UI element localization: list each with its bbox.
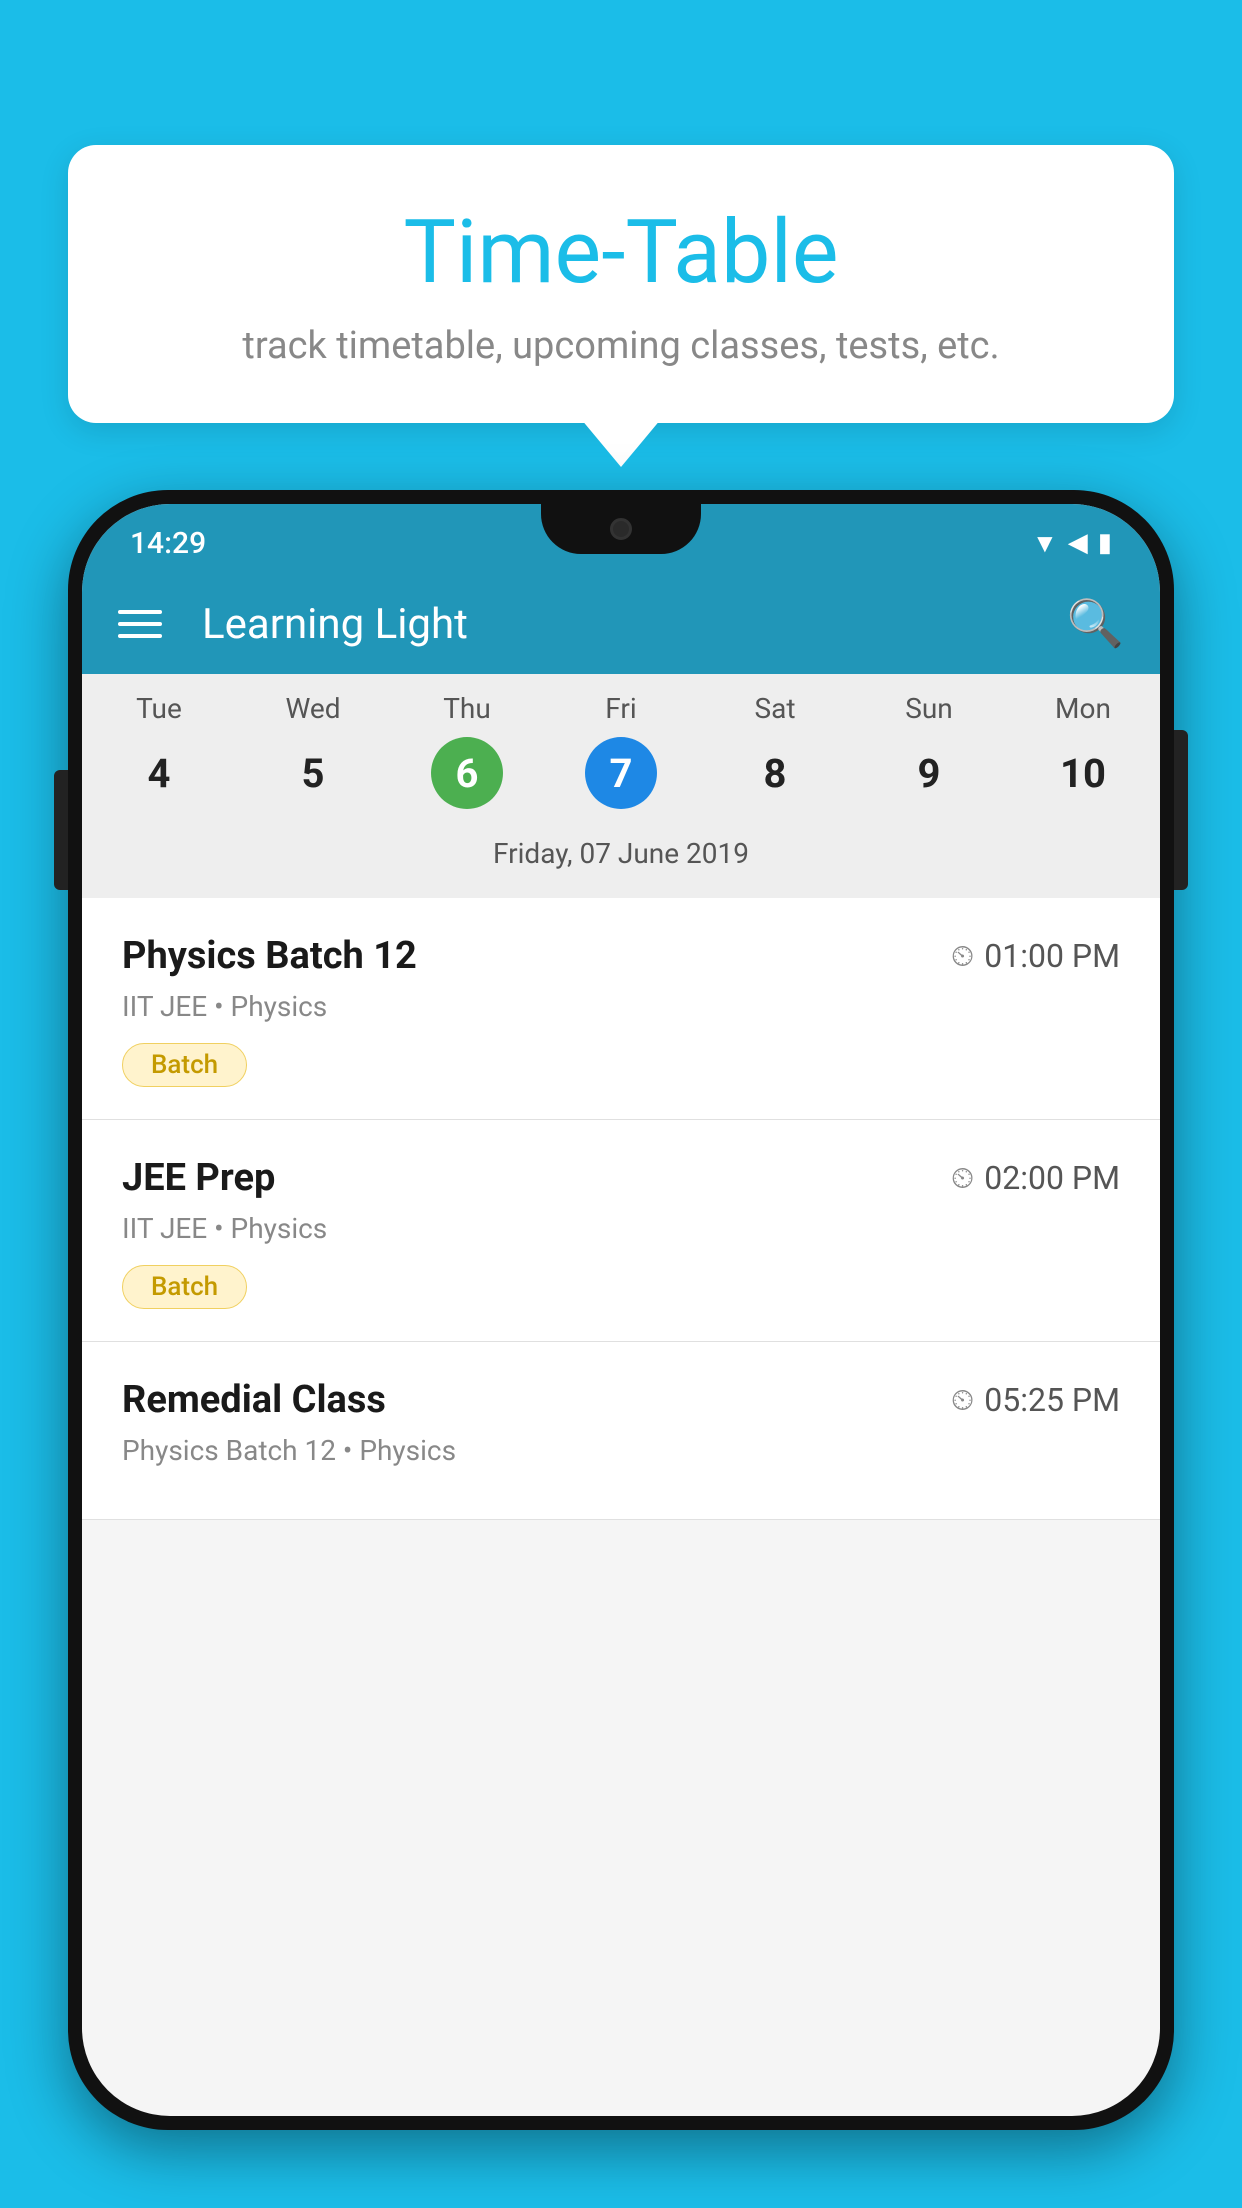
notch: [541, 504, 701, 554]
signal-icon: ◀: [1068, 528, 1088, 558]
tooltip-card: Time-Table track timetable, upcoming cla…: [68, 145, 1174, 423]
clock-icon-3: ⏲: [951, 1383, 974, 1418]
schedule-item-header-3: Remedial Class ⏲ 05:25 PM: [122, 1378, 1120, 1422]
selected-date: Friday, 07 June 2019: [82, 827, 1160, 888]
weekday-wed: Wed: [236, 692, 390, 725]
wifi-icon: ▼: [1032, 528, 1058, 559]
schedule-time-3: ⏲ 05:25 PM: [951, 1381, 1120, 1419]
calendar-section: Tue Wed Thu Fri Sat Sun Mon 4 5 6 7 8 9 …: [82, 674, 1160, 898]
weekday-row: Tue Wed Thu Fri Sat Sun Mon: [82, 674, 1160, 733]
date-8[interactable]: 8: [698, 737, 852, 809]
clock-icon-1: ⏲: [951, 939, 974, 974]
weekday-sun: Sun: [852, 692, 1006, 725]
date-5[interactable]: 5: [236, 737, 390, 809]
schedule-time-value-1: 01:00 PM: [984, 937, 1120, 975]
weekday-mon: Mon: [1006, 692, 1160, 725]
date-4[interactable]: 4: [82, 737, 236, 809]
batch-badge-1: Batch: [122, 1043, 247, 1087]
date-row: 4 5 6 7 8 9 10: [82, 733, 1160, 827]
schedule-meta-1: IIT JEE • Physics: [122, 990, 1120, 1023]
schedule-title-2: JEE Prep: [122, 1156, 275, 1200]
clock-icon-2: ⏲: [951, 1161, 974, 1196]
weekday-tue: Tue: [82, 692, 236, 725]
schedule-time-1: ⏲ 01:00 PM: [951, 937, 1120, 975]
app-title: Learning Light: [192, 600, 1037, 649]
schedule-item-header-1: Physics Batch 12 ⏲ 01:00 PM: [122, 934, 1120, 978]
schedule-item-1[interactable]: Physics Batch 12 ⏲ 01:00 PM IIT JEE • Ph…: [82, 898, 1160, 1120]
weekday-fri: Fri: [544, 692, 698, 725]
phone-screen: 14:29 ▼ ◀ ▮ Learning Light 🔍: [82, 504, 1160, 2116]
schedule-item-2[interactable]: JEE Prep ⏲ 02:00 PM IIT JEE • Physics Ba…: [82, 1120, 1160, 1342]
notch-camera: [610, 518, 632, 540]
weekday-sat: Sat: [698, 692, 852, 725]
date-9[interactable]: 9: [852, 737, 1006, 809]
status-icons: ▼ ◀ ▮: [1032, 528, 1112, 559]
schedule-list: Physics Batch 12 ⏲ 01:00 PM IIT JEE • Ph…: [82, 898, 1160, 1520]
schedule-title-1: Physics Batch 12: [122, 934, 417, 978]
schedule-time-value-3: 05:25 PM: [984, 1381, 1120, 1419]
status-time: 14:29: [130, 526, 206, 561]
phone-wrapper: 14:29 ▼ ◀ ▮ Learning Light 🔍: [68, 490, 1174, 2208]
date-10[interactable]: 10: [1006, 737, 1160, 809]
schedule-time-2: ⏲ 02:00 PM: [951, 1159, 1120, 1197]
hamburger-menu[interactable]: [118, 610, 162, 638]
date-6[interactable]: 6: [390, 737, 544, 809]
hamburger-line: [118, 610, 162, 614]
schedule-item-3[interactable]: Remedial Class ⏲ 05:25 PM Physics Batch …: [82, 1342, 1160, 1520]
schedule-meta-2: IIT JEE • Physics: [122, 1212, 1120, 1245]
hamburger-line: [118, 634, 162, 638]
schedule-title-3: Remedial Class: [122, 1378, 386, 1422]
schedule-time-value-2: 02:00 PM: [984, 1159, 1120, 1197]
battery-icon: ▮: [1098, 528, 1112, 558]
tooltip-subtitle: track timetable, upcoming classes, tests…: [118, 324, 1124, 368]
batch-badge-2: Batch: [122, 1265, 247, 1309]
phone-outer: 14:29 ▼ ◀ ▮ Learning Light 🔍: [68, 490, 1174, 2130]
date-7[interactable]: 7: [544, 737, 698, 809]
weekday-thu: Thu: [390, 692, 544, 725]
schedule-meta-3: Physics Batch 12 • Physics: [122, 1434, 1120, 1467]
schedule-item-header-2: JEE Prep ⏲ 02:00 PM: [122, 1156, 1120, 1200]
tooltip-title: Time-Table: [118, 205, 1124, 302]
app-bar: Learning Light 🔍: [82, 574, 1160, 674]
hamburger-line: [118, 622, 162, 626]
search-icon[interactable]: 🔍: [1067, 597, 1124, 651]
